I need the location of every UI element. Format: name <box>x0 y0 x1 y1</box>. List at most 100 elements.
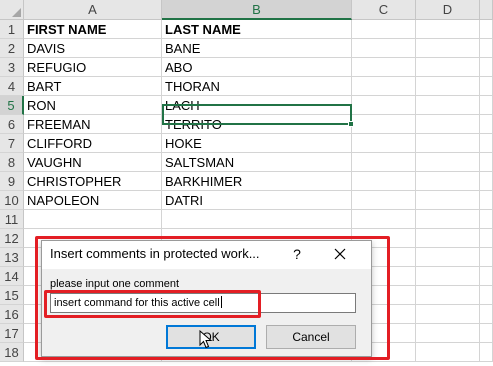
column-header-b[interactable]: B <box>162 0 352 20</box>
table-cell[interactable] <box>352 210 416 229</box>
table-cell[interactable] <box>416 324 480 343</box>
table-cell[interactable] <box>416 134 480 153</box>
table-cell[interactable]: BARKHIMER <box>162 172 352 191</box>
row-header[interactable]: 12 <box>0 229 24 248</box>
table-cell[interactable]: SALTSMAN <box>162 153 352 172</box>
row-header[interactable]: 9 <box>0 172 24 191</box>
table-cell[interactable]: DAVIS <box>24 39 162 58</box>
table-cell[interactable] <box>352 77 416 96</box>
table-cell[interactable] <box>480 229 493 248</box>
row-header[interactable]: 15 <box>0 286 24 305</box>
row-header[interactable]: 14 <box>0 267 24 286</box>
table-cell[interactable]: ABO <box>162 58 352 77</box>
column-header-c[interactable]: C <box>352 0 416 20</box>
column-header-d[interactable]: D <box>416 0 480 20</box>
table-cell[interactable] <box>480 267 493 286</box>
row-header[interactable]: 7 <box>0 134 24 153</box>
table-cell[interactable] <box>480 58 493 77</box>
row-header[interactable]: 4 <box>0 77 24 96</box>
table-cell[interactable]: NAPOLEON <box>24 191 162 210</box>
table-cell[interactable]: VAUGHN <box>24 153 162 172</box>
table-cell[interactable] <box>416 267 480 286</box>
comment-input[interactable]: insert command for this active cell <box>50 293 356 313</box>
row-header[interactable]: 18 <box>0 343 24 362</box>
table-cell[interactable] <box>352 115 416 134</box>
table-cell[interactable]: CHRISTOPHER <box>24 172 162 191</box>
table-cell[interactable] <box>416 58 480 77</box>
table-cell[interactable] <box>352 39 416 58</box>
table-cell[interactable] <box>416 115 480 134</box>
table-cell[interactable] <box>352 20 416 39</box>
row-header[interactable]: 6 <box>0 115 24 134</box>
table-cell[interactable] <box>416 210 480 229</box>
table-cell[interactable]: DATRI <box>162 191 352 210</box>
close-button[interactable] <box>329 243 351 265</box>
table-cell[interactable] <box>480 172 493 191</box>
table-cell[interactable] <box>352 153 416 172</box>
row-header[interactable]: 10 <box>0 191 24 210</box>
table-cell[interactable] <box>416 248 480 267</box>
table-cell[interactable]: REFUGIO <box>24 58 162 77</box>
table-cell[interactable] <box>416 343 480 362</box>
table-cell[interactable] <box>480 324 493 343</box>
row-header[interactable]: 16 <box>0 305 24 324</box>
table-cell[interactable]: FREEMAN <box>24 115 162 134</box>
table-cell[interactable] <box>352 172 416 191</box>
row-header[interactable]: 17 <box>0 324 24 343</box>
table-cell[interactable] <box>416 191 480 210</box>
table-cell[interactable]: LACH <box>162 96 352 115</box>
table-cell[interactable] <box>416 96 480 115</box>
table-cell[interactable] <box>480 248 493 267</box>
table-cell[interactable] <box>480 191 493 210</box>
table-cell[interactable] <box>416 77 480 96</box>
table-cell[interactable]: BANE <box>162 39 352 58</box>
select-all-button[interactable] <box>0 0 24 20</box>
table-cell[interactable]: LAST NAME <box>162 20 352 39</box>
table-cell[interactable] <box>480 210 493 229</box>
table-cell[interactable]: HOKE <box>162 134 352 153</box>
table-cell[interactable]: FIRST NAME <box>24 20 162 39</box>
table-cell[interactable] <box>416 172 480 191</box>
column-header-overflow[interactable] <box>480 0 493 20</box>
table-cell[interactable] <box>24 210 162 229</box>
table-cell[interactable] <box>416 39 480 58</box>
table-cell[interactable] <box>480 20 493 39</box>
table-cell[interactable] <box>162 210 352 229</box>
table-cell[interactable] <box>352 134 416 153</box>
table-cell[interactable]: TERRITO <box>162 115 352 134</box>
table-cell[interactable] <box>352 96 416 115</box>
table-cell[interactable] <box>480 305 493 324</box>
table-cell[interactable] <box>416 286 480 305</box>
help-button[interactable]: ? <box>287 244 307 264</box>
table-cell[interactable] <box>416 305 480 324</box>
table-cell[interactable] <box>480 286 493 305</box>
table-cell[interactable] <box>352 58 416 77</box>
dialog-titlebar[interactable]: Insert comments in protected work... ? <box>42 241 371 269</box>
row-header[interactable]: 1 <box>0 20 24 39</box>
table-cell[interactable] <box>480 115 493 134</box>
table-cell[interactable]: RON <box>24 96 162 115</box>
row-header[interactable]: 3 <box>0 58 24 77</box>
table-cell[interactable] <box>480 153 493 172</box>
table-cell[interactable] <box>352 191 416 210</box>
table-cell[interactable]: THORAN <box>162 77 352 96</box>
table-cell[interactable] <box>480 77 493 96</box>
row-header[interactable]: 2 <box>0 39 24 58</box>
table-cell[interactable] <box>480 39 493 58</box>
table-cell[interactable] <box>480 134 493 153</box>
mouse-pointer-icon <box>199 330 213 349</box>
table-cell[interactable]: BART <box>24 77 162 96</box>
row-header[interactable]: 8 <box>0 153 24 172</box>
table-cell[interactable] <box>416 20 480 39</box>
table-cell[interactable]: CLIFFORD <box>24 134 162 153</box>
row-header[interactable]: 13 <box>0 248 24 267</box>
cancel-button[interactable]: Cancel <box>266 325 356 349</box>
column-header-a[interactable]: A <box>24 0 162 20</box>
table-cell[interactable] <box>480 96 493 115</box>
table-cell[interactable] <box>416 153 480 172</box>
table-cell[interactable] <box>416 229 480 248</box>
table-cell[interactable] <box>480 343 493 362</box>
row-header[interactable]: 11 <box>0 210 24 229</box>
fill-handle[interactable] <box>348 121 354 127</box>
row-header[interactable]: 5 <box>0 96 24 115</box>
